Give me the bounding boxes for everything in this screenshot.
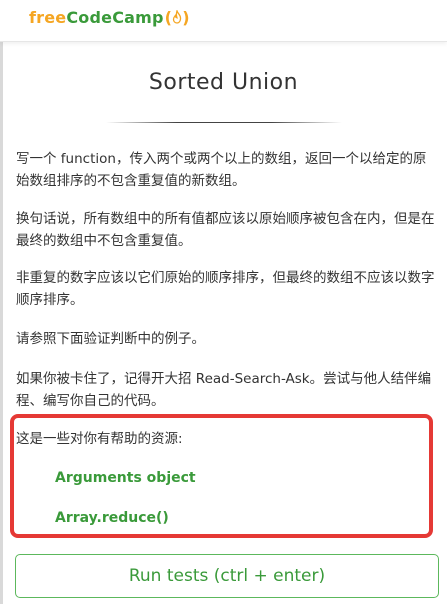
- description-paragraph-5: 如果你被卡住了，记得开大招 Read-Search-Ask。尝试与他人结伴编程、…: [16, 371, 432, 409]
- challenge-page: free Code Camp() Sorted Union 写一个 function…: [0, 0, 447, 604]
- logo-paren-open: (: [164, 7, 173, 27]
- logo-camp-text: Camp: [112, 7, 164, 27]
- description-paragraph-4: 请参照下面验证判断中的例子。: [16, 331, 205, 347]
- freecodecamp-logo[interactable]: free Code Camp(): [29, 6, 190, 28]
- description-paragraph-3: 非重复的数字应该以它们原始的顺序排序，但最终的数组不应该以数字顺序排序。: [16, 270, 435, 308]
- logo-free-text: free: [29, 7, 67, 27]
- description-paragraph-2: 换句话说，所有数组中的所有值都应该以原始顺序被包含在内，但是在最终的数组中不包含…: [16, 211, 435, 249]
- logo-paren-close: ): [182, 7, 190, 27]
- top-navbar: free Code Camp(): [0, 0, 447, 42]
- run-tests-button[interactable]: Run tests (ctrl + enter): [15, 554, 439, 598]
- challenge-title: Sorted Union: [148, 70, 299, 95]
- description-paragraph-1: 写一个 function，传入两个或两个以上的数组，返回一个以给定的原始数组排序…: [16, 151, 427, 189]
- resource-link-array-reduce[interactable]: Array.reduce(): [55, 507, 169, 529]
- title-divider: [106, 122, 342, 123]
- resource-link-arguments-object[interactable]: Arguments object: [55, 467, 196, 489]
- resources-intro: 这是一些对你有帮助的资源:: [16, 431, 183, 447]
- logo-code-text: Code: [66, 7, 113, 27]
- fire-icon: (): [165, 8, 190, 27]
